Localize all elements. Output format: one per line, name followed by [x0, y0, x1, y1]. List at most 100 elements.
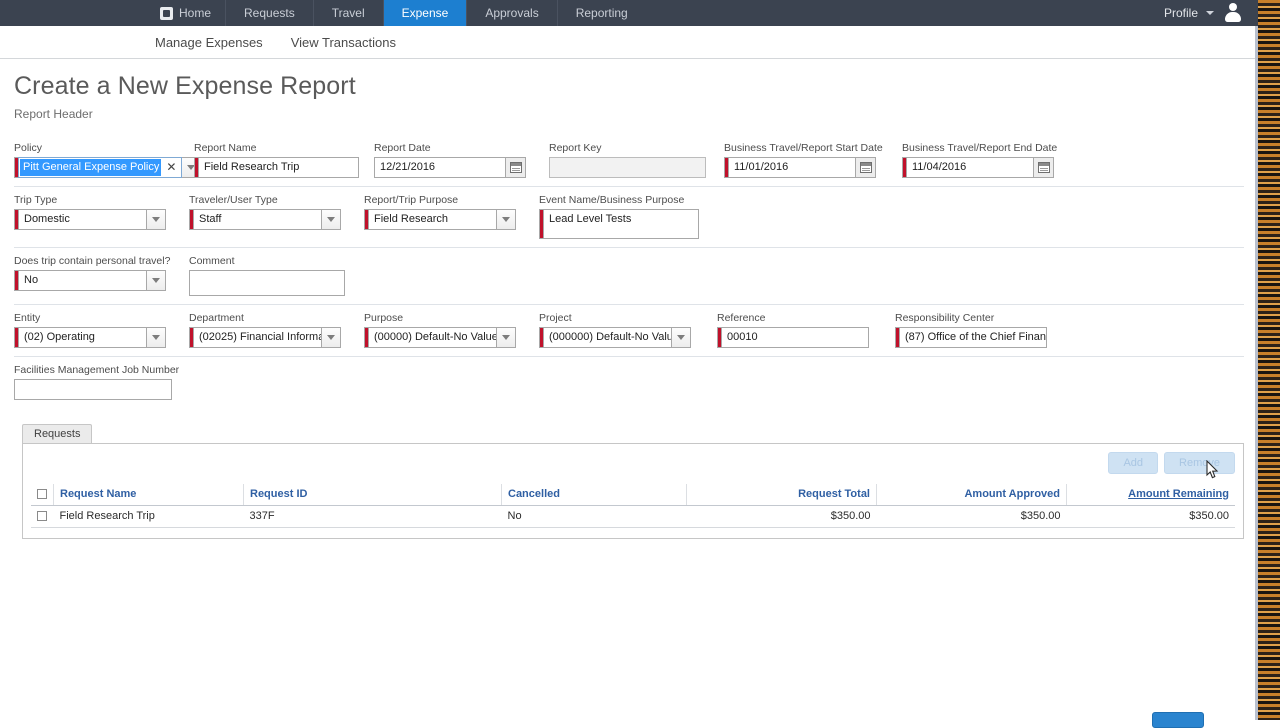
column-request-name[interactable]: Request Name — [53, 484, 244, 506]
chevron-down-icon — [152, 278, 160, 283]
field-facilities-job-number-label: Facilities Management Job Number — [14, 364, 180, 376]
responsibility-center-input[interactable]: (87) Office of the Chief Financial ( — [899, 327, 1047, 348]
checkbox-icon[interactable] — [37, 511, 47, 522]
cell-amount-remaining: $350.00 — [1066, 505, 1235, 528]
policy-selected-token: Pitt General Expense Policy — [20, 159, 162, 176]
report-key-input — [549, 157, 706, 178]
column-request-id[interactable]: Request ID — [243, 484, 502, 506]
cell-request-total: $350.00 — [686, 505, 877, 528]
column-amount-remaining[interactable]: Amount Remaining — [1066, 484, 1235, 506]
nav-item-reporting[interactable]: Reporting — [556, 0, 646, 26]
field-purpose: Purpose (00000) Default-No Value — [364, 312, 539, 348]
top-nav-items: Home Requests Travel Expense Approvals R… — [150, 0, 646, 26]
nav-item-home[interactable]: Home — [150, 0, 225, 26]
chevron-down-icon — [152, 335, 160, 340]
project-dropdown-button[interactable] — [672, 327, 691, 348]
cell-request-name: Field Research Trip — [53, 505, 244, 528]
page-subtitle: Report Header — [14, 107, 93, 121]
department-dropdown-button[interactable] — [322, 327, 341, 348]
purpose-dropdown-button[interactable] — [497, 327, 516, 348]
field-policy-label: Policy — [14, 142, 43, 154]
sub-navigation-bar: Manage Expenses View Transactions — [0, 26, 1258, 68]
field-trip-purpose: Report/Trip Purpose Field Research — [364, 194, 539, 230]
purpose-select[interactable]: (00000) Default-No Value — [368, 327, 497, 348]
cell-request-id: 337F — [243, 505, 502, 528]
entity-select[interactable]: (02) Operating — [18, 327, 147, 348]
column-cancelled[interactable]: Cancelled — [501, 484, 687, 506]
report-header-form: Policy Pitt General Expense Policy ✕ Rep… — [14, 135, 1244, 408]
nav-item-approvals[interactable]: Approvals — [466, 0, 556, 26]
field-report-date: Report Date 12/21/2016 — [374, 142, 549, 178]
start-date-input[interactable]: 11/01/2016 — [728, 157, 856, 178]
department-select[interactable]: (02025) Financial Information — [193, 327, 322, 348]
field-report-date-label: Report Date — [374, 142, 431, 154]
nav-item-requests[interactable]: Requests — [225, 0, 313, 26]
subnav-item-view-transactions-label: View Transactions — [290, 34, 396, 50]
field-start-date: Business Travel/Report Start Date 11/01/… — [724, 142, 902, 178]
personal-travel-select[interactable]: No — [18, 270, 147, 291]
facilities-job-number-input[interactable] — [14, 379, 172, 400]
requests-toolbar: Add Remove — [31, 452, 1235, 474]
requests-table: Request Name Request ID Cancelled Reques… — [31, 484, 1235, 528]
field-comment: Comment — [189, 255, 364, 296]
calendar-icon — [1037, 162, 1050, 173]
subnav-item-view-transactions[interactable]: View Transactions — [291, 31, 396, 54]
chevron-down-icon[interactable] — [1206, 11, 1214, 15]
field-traveler-type: Traveler/User Type Staff — [189, 194, 364, 230]
column-amount-remaining-label: Amount Remaining — [1128, 488, 1229, 500]
project-select[interactable]: (000000) Default-No Value — [543, 327, 672, 348]
trip-purpose-select[interactable]: Field Research — [368, 209, 497, 230]
nav-item-travel-label: Travel — [331, 6, 365, 20]
trip-type-dropdown-button[interactable] — [147, 209, 166, 230]
report-date-input[interactable]: 12/21/2016 — [374, 157, 506, 178]
column-amount-approved[interactable]: Amount Approved — [876, 484, 1067, 506]
nav-item-expense-label: Expense — [401, 6, 449, 20]
nav-item-expense[interactable]: Expense — [382, 0, 467, 26]
user-avatar-icon[interactable] — [1222, 2, 1244, 24]
personal-travel-dropdown-button[interactable] — [147, 270, 166, 291]
nav-item-travel[interactable]: Travel — [312, 0, 383, 26]
entity-dropdown-button[interactable] — [147, 327, 166, 348]
select-all-header — [31, 484, 54, 506]
profile-label[interactable]: Profile — [1164, 6, 1198, 20]
field-start-date-label: Business Travel/Report Start Date — [724, 142, 883, 154]
table-header-row: Request Name Request ID Cancelled Reques… — [31, 484, 1235, 506]
traveler-type-select[interactable]: Staff — [193, 209, 322, 230]
field-entity-label: Entity — [14, 312, 41, 324]
table-row[interactable]: Field Research Trip 337F No $350.00 $350… — [31, 505, 1235, 528]
remove-button: Remove — [1164, 452, 1235, 474]
requests-panel-body: Add Remove Request Name Request ID Cance… — [22, 443, 1244, 539]
field-end-date: Business Travel/Report End Date 11/04/20… — [902, 142, 1062, 178]
report-date-calendar-button[interactable] — [506, 157, 526, 178]
page-title: Create a New Expense Report — [14, 72, 356, 100]
field-responsibility-center: Responsibility Center (87) Office of the… — [895, 312, 1055, 348]
end-date-calendar-button[interactable] — [1034, 157, 1054, 178]
chevron-down-icon — [327, 335, 335, 340]
reference-input[interactable]: 00010 — [721, 327, 869, 348]
chevron-down-icon — [502, 217, 510, 222]
event-name-textarea[interactable]: Lead Level Tests — [543, 209, 699, 239]
field-event-name: Event Name/Business Purpose Lead Level T… — [539, 194, 714, 239]
field-personal-travel-label: Does trip contain personal travel? — [14, 255, 171, 267]
close-icon[interactable]: ✕ — [161, 158, 181, 177]
trip-type-select[interactable]: Domestic — [18, 209, 147, 230]
subnav-item-manage-expenses[interactable]: Manage Expenses — [155, 31, 263, 68]
end-date-input[interactable]: 11/04/2016 — [906, 157, 1034, 178]
tab-requests-label: Requests — [34, 428, 81, 440]
start-date-calendar-button[interactable] — [856, 157, 876, 178]
traveler-type-dropdown-button[interactable] — [322, 209, 341, 230]
field-traveler-type-label: Traveler/User Type — [189, 194, 278, 206]
column-request-total[interactable]: Request Total — [686, 484, 877, 506]
row-select-cell — [31, 505, 54, 528]
comment-textarea[interactable] — [189, 270, 345, 296]
nav-item-approvals-label: Approvals — [485, 6, 539, 20]
requests-panel: Requests Add Remove Request Name Request… — [8, 424, 1244, 539]
report-name-input[interactable]: Field Research Trip — [198, 157, 359, 178]
tab-requests[interactable]: Requests — [22, 424, 93, 443]
field-facilities-job-number: Facilities Management Job Number — [14, 364, 214, 400]
submit-report-button[interactable] — [1152, 712, 1204, 728]
policy-input[interactable]: Pitt General Expense Policy ✕ — [18, 157, 183, 178]
checkbox-icon[interactable] — [37, 489, 47, 500]
trip-purpose-dropdown-button[interactable] — [497, 209, 516, 230]
sub-nav-items: Manage Expenses View Transactions — [155, 31, 396, 68]
